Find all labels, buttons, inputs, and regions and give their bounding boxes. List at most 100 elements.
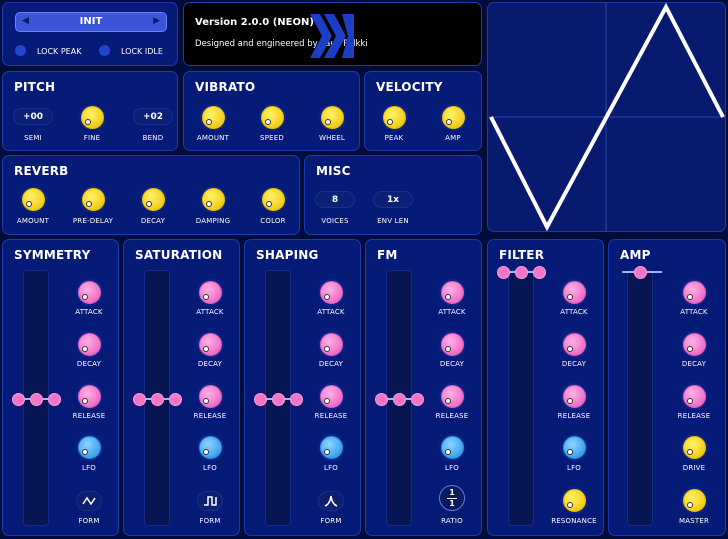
release-knob[interactable] (440, 384, 464, 408)
slider-handle[interactable] (410, 392, 424, 406)
attack-knob[interactable] (319, 280, 343, 304)
fine-knob[interactable] (80, 105, 104, 129)
preset-name: INIT (79, 16, 103, 27)
lfo-knob[interactable] (77, 435, 101, 459)
form-button[interactable] (318, 491, 344, 511)
lock-peak-toggle[interactable]: LOCK PEAK (15, 43, 85, 59)
form-button[interactable] (197, 491, 223, 511)
slider-handle[interactable] (29, 392, 43, 406)
decay-knob[interactable] (198, 332, 222, 356)
drive-knob[interactable] (682, 435, 706, 459)
knob-label: RELEASE (193, 412, 227, 420)
decay-knob[interactable] (77, 332, 101, 356)
panel-title: MISC (316, 164, 351, 178)
knob-label: DECAY (439, 360, 465, 368)
toggle-indicator (15, 45, 26, 56)
reverb-decay-knob[interactable] (141, 187, 165, 211)
slider-handle[interactable] (168, 392, 182, 406)
slider-handle[interactable] (392, 392, 406, 406)
saturation-panel: SATURATION ATTACK DECAY RELEASE LFO FORM (123, 239, 240, 536)
release-knob[interactable] (682, 384, 706, 408)
slider-handle[interactable] (132, 392, 146, 406)
misc-panel: MISC 8 VOICES 1x ENV LEN (304, 155, 482, 235)
panel-title: SHAPING (256, 248, 319, 262)
knob-label: PRE-DELAY (72, 217, 114, 225)
ratio-dial[interactable]: 1 1 (439, 485, 465, 511)
filter-slider-track[interactable] (508, 270, 534, 526)
form-button[interactable] (76, 491, 102, 511)
vibrato-wheel-knob[interactable] (320, 105, 344, 129)
lfo-knob[interactable] (319, 435, 343, 459)
velocity-peak-knob[interactable] (382, 105, 406, 129)
decay-knob[interactable] (562, 332, 586, 356)
panel-title: SYMMETRY (14, 248, 91, 262)
chevron-right-icon[interactable]: ▶ (153, 16, 160, 26)
slider-handle[interactable] (289, 392, 303, 406)
preset-selector[interactable]: ◀ INIT ▶ (15, 12, 167, 32)
attack-knob[interactable] (77, 280, 101, 304)
lfo-knob[interactable] (198, 435, 222, 459)
slider-handle[interactable] (253, 392, 267, 406)
reverb-amount-knob[interactable] (21, 187, 45, 211)
waveform-display (487, 2, 726, 232)
knob-label: AMP (445, 134, 461, 142)
slider-handle[interactable] (150, 392, 164, 406)
amp-slider-track[interactable] (627, 270, 653, 526)
reverb-damping-knob[interactable] (201, 187, 225, 211)
info-panel: Version 2.0.0 (NEON) Designed and engine… (183, 2, 482, 66)
reverb-color-knob[interactable] (261, 187, 285, 211)
knob-label: RELEASE (72, 412, 106, 420)
velocity-amp-knob[interactable] (441, 105, 465, 129)
ratio-numerator: 1 (449, 488, 455, 497)
release-knob[interactable] (198, 384, 222, 408)
amp-panel: AMP ATTACK DECAY RELEASE DRIVE MASTER (608, 239, 726, 536)
slider-handle[interactable] (11, 392, 25, 406)
env-len-display[interactable]: 1x (373, 191, 413, 208)
slider-handle[interactable] (47, 392, 61, 406)
velocity-panel: VELOCITY PEAK AMP (364, 71, 482, 151)
lock-idle-toggle[interactable]: LOCK IDLE (99, 43, 169, 59)
knob-label: AMOUNT (196, 134, 230, 142)
knob-label: RELEASE (677, 412, 711, 420)
knob-label: ATTACK (317, 308, 345, 316)
lfo-knob[interactable] (440, 435, 464, 459)
knob-label: DECAY (561, 360, 587, 368)
bend-display[interactable]: +02 (133, 108, 173, 125)
panel-title: PITCH (14, 80, 56, 94)
master-knob[interactable] (682, 488, 706, 512)
release-knob[interactable] (319, 384, 343, 408)
shaping-panel: SHAPING ATTACK DECAY RELEASE LFO FORM (244, 239, 361, 536)
semi-display[interactable]: +00 (13, 108, 53, 125)
vibrato-speed-knob[interactable] (260, 105, 284, 129)
lfo-knob[interactable] (562, 435, 586, 459)
attack-knob[interactable] (440, 280, 464, 304)
release-knob[interactable] (77, 384, 101, 408)
vibrato-amount-knob[interactable] (201, 105, 225, 129)
reverb-predelay-knob[interactable] (81, 187, 105, 211)
slider-handle[interactable] (271, 392, 285, 406)
slider-handle[interactable] (633, 265, 647, 279)
attack-knob[interactable] (198, 280, 222, 304)
filter-panel: FILTER ATTACK DECAY RELEASE LFO RESONANC… (487, 239, 604, 536)
decay-knob[interactable] (682, 332, 706, 356)
voices-display[interactable]: 8 (315, 191, 355, 208)
resonance-knob[interactable] (562, 488, 586, 512)
voices-label: VOICES (321, 217, 349, 225)
slider-handle[interactable] (532, 265, 546, 279)
decay-knob[interactable] (440, 332, 464, 356)
panel-title: VIBRATO (195, 80, 256, 94)
semi-label: SEMI (24, 134, 42, 142)
knob-label: LFO (444, 464, 460, 472)
knob-label: FORM (199, 517, 221, 525)
slider-handle[interactable] (496, 265, 510, 279)
decay-knob[interactable] (319, 332, 343, 356)
knob-label: AMOUNT (16, 217, 50, 225)
attack-knob[interactable] (562, 280, 586, 304)
panel-title: FILTER (499, 248, 545, 262)
slider-handle[interactable] (514, 265, 528, 279)
release-knob[interactable] (562, 384, 586, 408)
slider-handle[interactable] (374, 392, 388, 406)
knob-label: DECAY (318, 360, 344, 368)
knob-label: DECAY (681, 360, 707, 368)
attack-knob[interactable] (682, 280, 706, 304)
